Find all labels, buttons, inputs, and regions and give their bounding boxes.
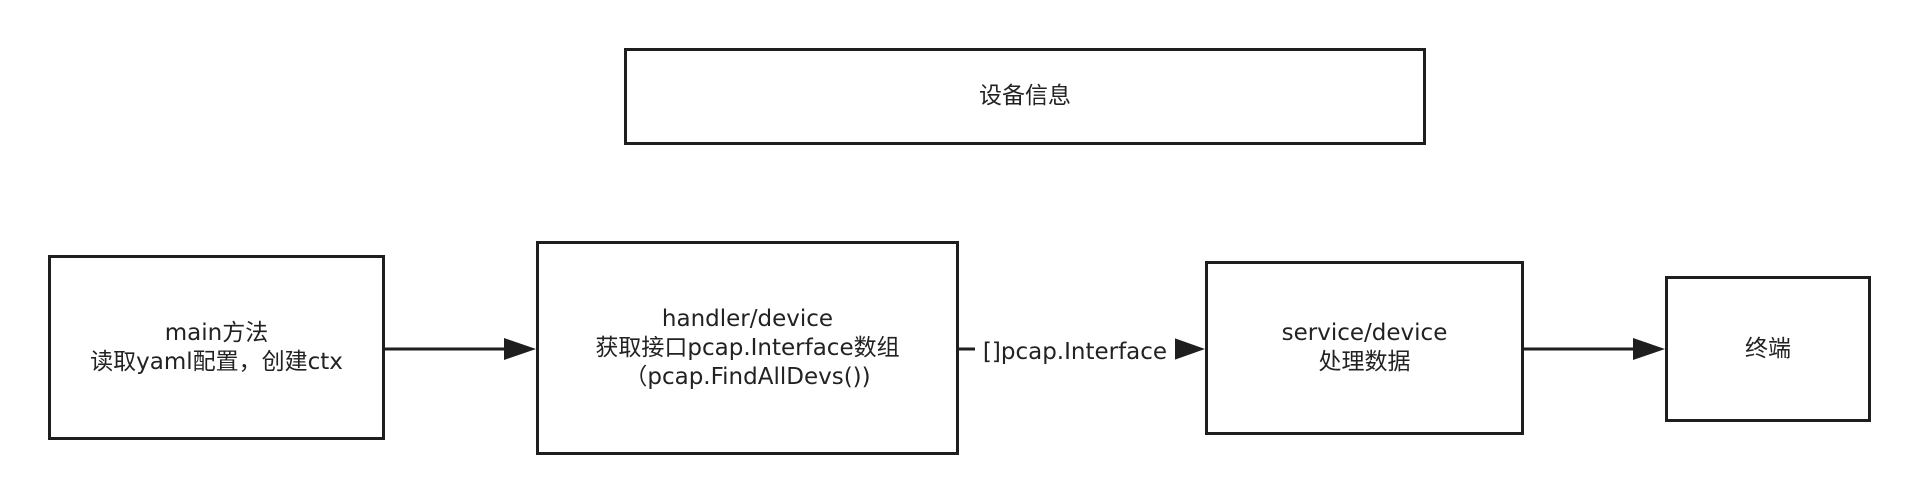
service-device-box: service/device 处理数据 [1205,261,1524,435]
handler-device-line-2: 获取接口pcap.Interface数组 [595,334,900,361]
device-info-box: 设备信息 [624,48,1426,145]
edge-label-pcap-interface: []pcap.Interface [975,334,1175,370]
terminal-box: 终端 [1665,276,1871,422]
terminal-label: 终端 [1745,335,1791,362]
main-method-line-2: 读取yaml配置，创建ctx [90,348,343,375]
edge-service-to-terminal [1524,338,1665,360]
edge-main-to-handler [385,338,536,360]
device-info-label: 设备信息 [979,83,1071,109]
handler-device-line-3: （pcap.FindAllDevs()) [624,363,871,390]
main-method-box: main方法 读取yaml配置，创建ctx [48,255,385,440]
handler-device-line-1: handler/device [661,305,834,332]
handler-device-box: handler/device 获取接口pcap.Interface数组 （pca… [536,241,959,455]
service-device-line-1: service/device [1281,320,1448,346]
service-device-line-2: 处理数据 [1318,349,1411,375]
main-method-line-1: main方法 [164,319,269,346]
